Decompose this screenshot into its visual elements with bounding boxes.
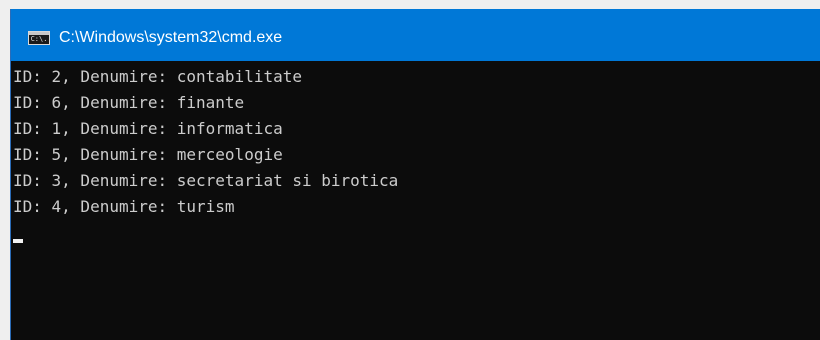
title-bar[interactable]: C:\. C:\Windows\system32\cmd.exe [11, 9, 820, 61]
prompt-line[interactable] [13, 220, 820, 246]
console-line: ID: 4, Denumire: turism [13, 197, 235, 216]
console-line: ID: 2, Denumire: contabilitate [13, 67, 302, 86]
console-line: ID: 6, Denumire: finante [13, 93, 245, 112]
console-output[interactable]: ID: 2, Denumire: contabilitate ID: 6, De… [11, 61, 820, 246]
console-line: ID: 5, Denumire: merceologie [13, 145, 283, 164]
console-line: ID: 1, Denumire: informatica [13, 119, 283, 138]
text-cursor [13, 239, 23, 243]
cmd-icon[interactable]: C:\. [28, 31, 50, 45]
cmd-icon-glyph: C:\. [30, 35, 48, 43]
window-title: C:\Windows\system32\cmd.exe [59, 29, 283, 46]
console-line: ID: 3, Denumire: secretariat si birotica [13, 171, 399, 190]
cmd-window[interactable]: C:\. C:\Windows\system32\cmd.exe ID: 2, … [10, 9, 820, 340]
